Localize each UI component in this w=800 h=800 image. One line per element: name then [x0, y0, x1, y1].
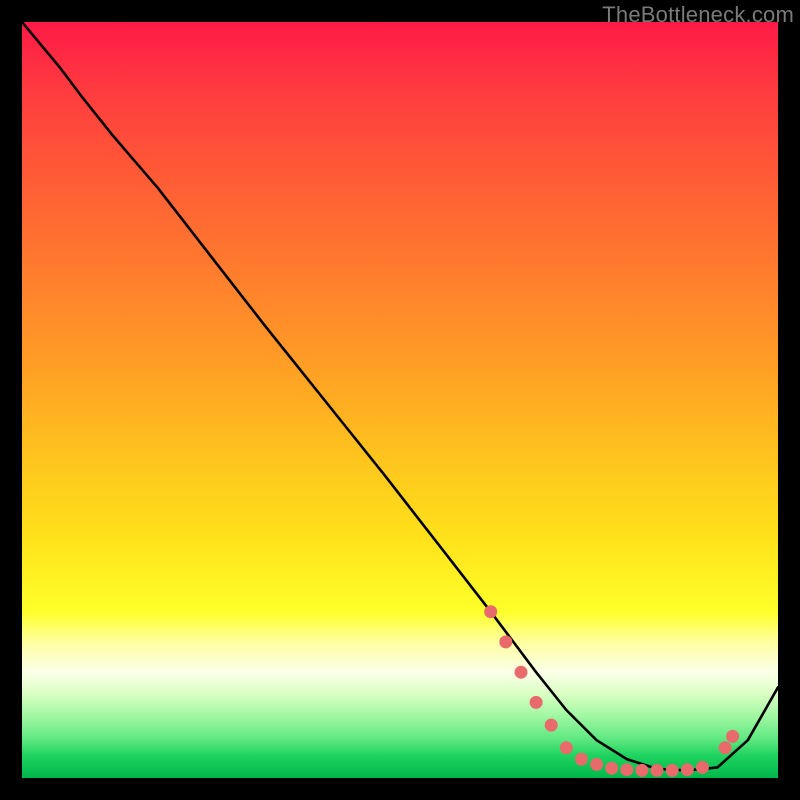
data-marker [515, 666, 528, 679]
data-marker [560, 741, 573, 754]
data-marker [635, 764, 648, 777]
plot-area [22, 22, 778, 778]
data-marker [605, 762, 618, 775]
data-marker [726, 730, 739, 743]
data-marker [620, 763, 633, 776]
data-marker [545, 719, 558, 732]
chart-frame: TheBottleneck.com [0, 0, 800, 800]
data-marker [530, 696, 543, 709]
chart-svg [22, 22, 778, 778]
data-marker [590, 758, 603, 771]
data-marker [696, 761, 709, 774]
data-marker [719, 741, 732, 754]
data-marker [575, 753, 588, 766]
data-marker [651, 764, 664, 777]
watermark-text: TheBottleneck.com [602, 2, 794, 28]
data-marker [666, 764, 679, 777]
data-marker [681, 763, 694, 776]
bottleneck-curve [22, 22, 778, 770]
data-marker [484, 605, 497, 618]
data-marker [499, 635, 512, 648]
